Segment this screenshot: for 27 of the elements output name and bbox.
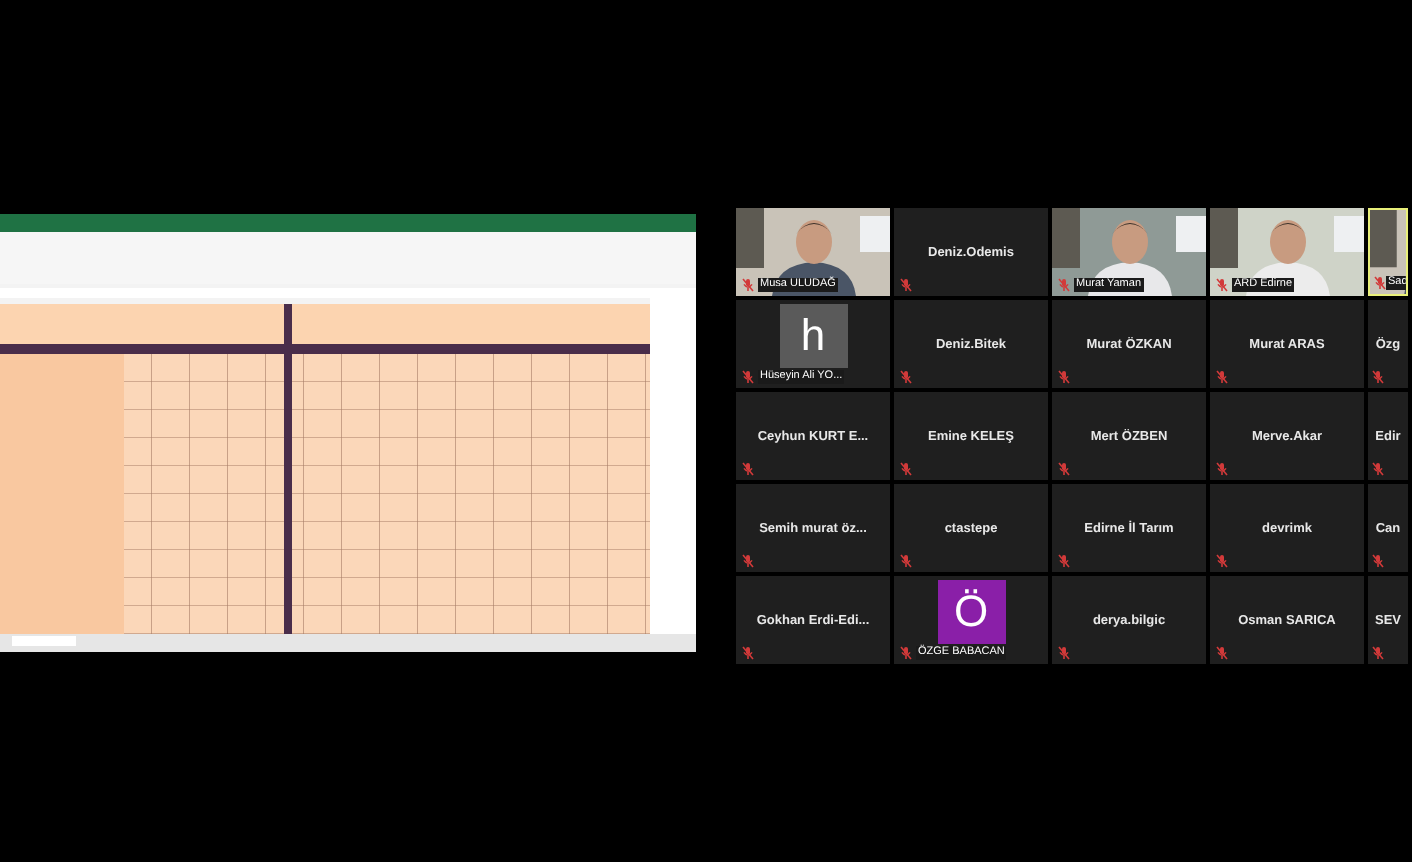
- muted-mic-icon: [1058, 646, 1070, 660]
- muted-mic-icon: [1372, 554, 1384, 568]
- muted-mic-icon: [1216, 277, 1228, 292]
- muted-mic-icon: [900, 645, 912, 660]
- muted-mic-icon: [1372, 646, 1384, 660]
- muted-mic-icon: [1216, 370, 1228, 384]
- muted-mic-icon: [1058, 554, 1070, 568]
- muted-mic-icon: [1374, 275, 1386, 290]
- muted-mic-icon: [1372, 462, 1384, 476]
- muted-mic-icon: [900, 370, 912, 384]
- muted-mic-icon: [1058, 370, 1070, 384]
- muted-mic-icon: [742, 277, 754, 292]
- muted-mic-icon: [900, 278, 912, 292]
- muted-mic-icon: [1216, 646, 1228, 660]
- muted-mic-icon: [1058, 277, 1070, 292]
- avatar: h: [779, 304, 847, 368]
- muted-mic-icon: [1372, 370, 1384, 384]
- avatar: Ö: [937, 580, 1005, 644]
- muted-mic-icon: [1216, 462, 1228, 476]
- muted-mic-icon: [742, 462, 754, 476]
- muted-mic-icon: [900, 462, 912, 476]
- muted-mic-icon: [742, 646, 754, 660]
- muted-mic-icon: [900, 554, 912, 568]
- muted-mic-icon: [742, 369, 754, 384]
- muted-mic-icon: [1216, 554, 1228, 568]
- muted-mic-icon: [1058, 462, 1070, 476]
- muted-mic-icon: [742, 554, 754, 568]
